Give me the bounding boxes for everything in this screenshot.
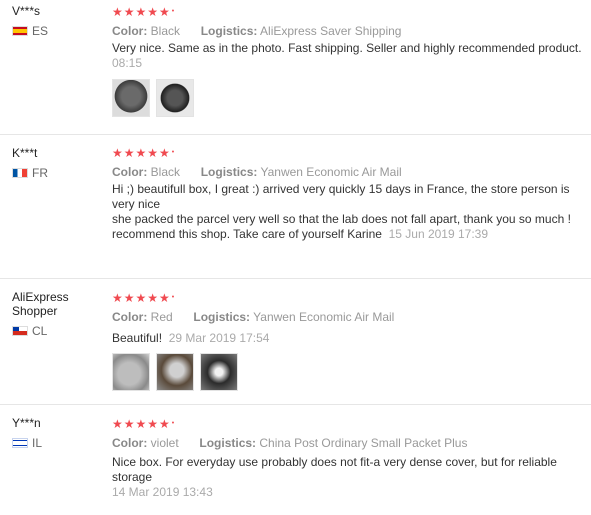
stars-icon: ★★★★★ bbox=[112, 5, 171, 19]
review-item: V***s ES ★★★★★• Color: Black Logistics: … bbox=[0, 0, 591, 130]
rating-stars: ★★★★★• bbox=[112, 5, 591, 19]
stars-icon: ★★★★★ bbox=[112, 291, 171, 305]
country-code: ES bbox=[32, 24, 49, 38]
stars-icon: ★★★★★ bbox=[112, 146, 171, 160]
review-date: 08:15 bbox=[112, 56, 143, 70]
review-body: Very nice. Same as in the photo. Fast sh… bbox=[112, 41, 582, 55]
review-photo-thumbnail[interactable] bbox=[156, 79, 194, 117]
review-content: ★★★★★• Color: Black Logistics: Yanwen Ec… bbox=[112, 146, 591, 242]
logistics-value: Yanwen Economic Air Mail bbox=[260, 165, 402, 179]
review-item: AliExpress Shopper CL ★★★★★• Color: Red … bbox=[0, 279, 591, 404]
review-photo-thumbnail[interactable] bbox=[156, 353, 194, 391]
logistics-value: AliExpress Saver Shipping bbox=[260, 24, 402, 38]
review-date: 14 Mar 2019 13:43 bbox=[112, 485, 213, 499]
review-meta: Color: violet Logistics: China Post Ordi… bbox=[112, 435, 591, 451]
reviewer-info: Y***n IL bbox=[12, 416, 102, 450]
color-value: violet bbox=[150, 436, 179, 450]
review-content: ★★★★★• Color: violet Logistics: China Po… bbox=[112, 417, 591, 500]
reviewer-name: AliExpress Shopper bbox=[12, 290, 69, 318]
color-value: Black bbox=[150, 165, 181, 179]
logistics-label: Logistics: bbox=[200, 165, 258, 179]
color-label: Color: bbox=[112, 165, 148, 179]
rating-dot: • bbox=[171, 8, 176, 15]
rating-dot: • bbox=[171, 420, 176, 427]
review-body: Hi ;) beautifull box, I great :) arrived… bbox=[112, 182, 571, 241]
review-photo-thumbnail[interactable] bbox=[112, 79, 150, 117]
review-meta: Color: Black Logistics: Yanwen Economic … bbox=[112, 164, 591, 180]
reviewer-info: K***t FR bbox=[12, 146, 102, 180]
logistics-label: Logistics: bbox=[200, 24, 258, 38]
color-label: Color: bbox=[112, 24, 148, 38]
rating-dot: • bbox=[171, 294, 176, 301]
review-photo-thumbnail[interactable] bbox=[112, 353, 150, 391]
review-item: Y***n IL ★★★★★• Color: violet Logistics:… bbox=[0, 405, 591, 515]
logistics-label: Logistics: bbox=[193, 310, 251, 324]
reviewer-name: K***t bbox=[12, 146, 38, 160]
reviewer-name: V***s bbox=[12, 4, 41, 18]
review-body: Nice box. For everyday use probably does… bbox=[112, 455, 557, 484]
logistics-label: Logistics: bbox=[199, 436, 257, 450]
reviewer-country: ES bbox=[12, 24, 102, 38]
reviewer-country: FR bbox=[12, 166, 102, 180]
country-code: CL bbox=[32, 324, 48, 338]
color-value: Red bbox=[150, 310, 173, 324]
review-photos bbox=[112, 79, 591, 117]
review-photos bbox=[112, 353, 591, 391]
rating-stars: ★★★★★• bbox=[112, 417, 591, 431]
flag-fr-icon bbox=[12, 168, 28, 178]
color-value: Black bbox=[150, 24, 181, 38]
rating-dot: • bbox=[171, 149, 176, 156]
review-content: ★★★★★• Color: Black Logistics: AliExpres… bbox=[112, 5, 591, 117]
logistics-value: Yanwen Economic Air Mail bbox=[253, 310, 395, 324]
review-body: Beautiful! bbox=[112, 331, 163, 345]
review-text: Nice box. For everyday use probably does… bbox=[112, 455, 591, 500]
flag-cl-icon bbox=[12, 326, 28, 336]
reviewer-info: V***s ES bbox=[12, 4, 102, 38]
review-date: 29 Mar 2019 17:54 bbox=[168, 331, 270, 345]
reviewer-country: CL bbox=[12, 324, 102, 338]
stars-icon: ★★★★★ bbox=[112, 417, 171, 431]
review-item: K***t FR ★★★★★• Color: Black Logistics: … bbox=[0, 135, 591, 275]
logistics-value: China Post Ordinary Small Packet Plus bbox=[259, 436, 468, 450]
review-text: Beautiful! 29 Mar 2019 17:54 bbox=[112, 331, 591, 346]
review-text: Very nice. Same as in the photo. Fast sh… bbox=[112, 41, 591, 71]
color-label: Color: bbox=[112, 436, 148, 450]
country-code: IL bbox=[32, 436, 43, 450]
rating-stars: ★★★★★• bbox=[112, 291, 591, 305]
review-meta: Color: Black Logistics: AliExpress Saver… bbox=[112, 23, 591, 39]
reviewer-info: AliExpress Shopper CL bbox=[12, 290, 102, 338]
reviewer-name: Y***n bbox=[12, 416, 41, 430]
flag-il-icon bbox=[12, 438, 28, 448]
flag-es-icon bbox=[12, 26, 28, 36]
reviewer-country: IL bbox=[12, 436, 102, 450]
country-code: FR bbox=[32, 166, 48, 180]
rating-stars: ★★★★★• bbox=[112, 146, 591, 160]
review-photo-thumbnail[interactable] bbox=[200, 353, 238, 391]
review-date: 15 Jun 2019 17:39 bbox=[388, 227, 489, 241]
review-meta: Color: Red Logistics: Yanwen Economic Ai… bbox=[112, 309, 591, 325]
review-content: ★★★★★• Color: Red Logistics: Yanwen Econ… bbox=[112, 291, 591, 391]
review-text: Hi ;) beautifull box, I great :) arrived… bbox=[112, 182, 591, 242]
color-label: Color: bbox=[112, 310, 148, 324]
